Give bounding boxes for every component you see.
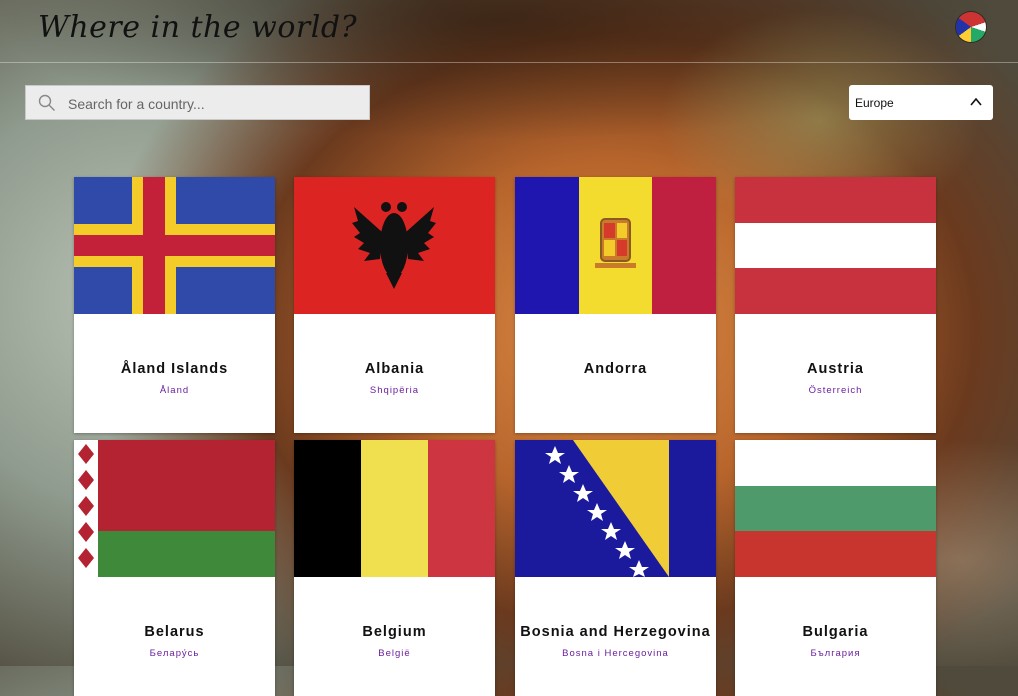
aland-flag-image (74, 177, 275, 314)
country-card[interactable]: Belarus Белару́сь (74, 440, 275, 696)
country-card[interactable]: Belgium België (294, 440, 495, 696)
search-input[interactable] (66, 86, 365, 121)
country-name: Belarus (144, 624, 205, 640)
country-card[interactable]: Andorra (515, 177, 716, 433)
app-title: Where in the world? (38, 10, 358, 45)
header: Where in the world? (0, 0, 1018, 63)
country-native-name: Белару́сь (149, 648, 200, 659)
albania-flag-image (294, 177, 495, 314)
country-name: Bulgaria (802, 624, 869, 640)
andorra-flag-image (515, 177, 716, 314)
belgium-flag-image (294, 440, 495, 577)
belarus-flag-image (74, 440, 275, 577)
country-name: Belgium (362, 624, 427, 640)
region-filter-value: Europe (855, 96, 894, 110)
region-filter[interactable]: Europe (849, 85, 993, 120)
country-name: Andorra (583, 361, 648, 377)
country-card[interactable]: Bulgaria България (735, 440, 936, 696)
country-native-name: Bosna i Hercegovina (562, 648, 669, 659)
country-native-name: Österreich (808, 385, 863, 396)
country-name: Albania (364, 361, 425, 377)
bosnia-flag-image (515, 440, 716, 577)
country-name: Austria (807, 361, 864, 377)
country-name: Åland Islands (120, 361, 229, 377)
country-native-name: Shqipëria (369, 385, 420, 396)
country-native-name: Åland (159, 385, 190, 396)
country-name: Bosnia and Herzegovina (520, 624, 711, 640)
austria-flag-image (735, 177, 936, 314)
country-card[interactable]: Austria Österreich (735, 177, 936, 433)
chevron-up-icon[interactable] (969, 95, 983, 109)
search-icon (38, 94, 55, 111)
country-card[interactable]: Åland Islands Åland (74, 177, 275, 433)
country-card[interactable]: Albania Shqipëria (294, 177, 495, 433)
country-native-name: België (378, 648, 411, 659)
search-box[interactable] (25, 85, 370, 121)
country-native-name: България (810, 648, 861, 659)
bulgaria-flag-image (735, 440, 936, 577)
avatar[interactable] (956, 12, 986, 42)
country-card[interactable]: Bosnia and Herzegovina Bosna i Hercegovi… (515, 440, 716, 696)
